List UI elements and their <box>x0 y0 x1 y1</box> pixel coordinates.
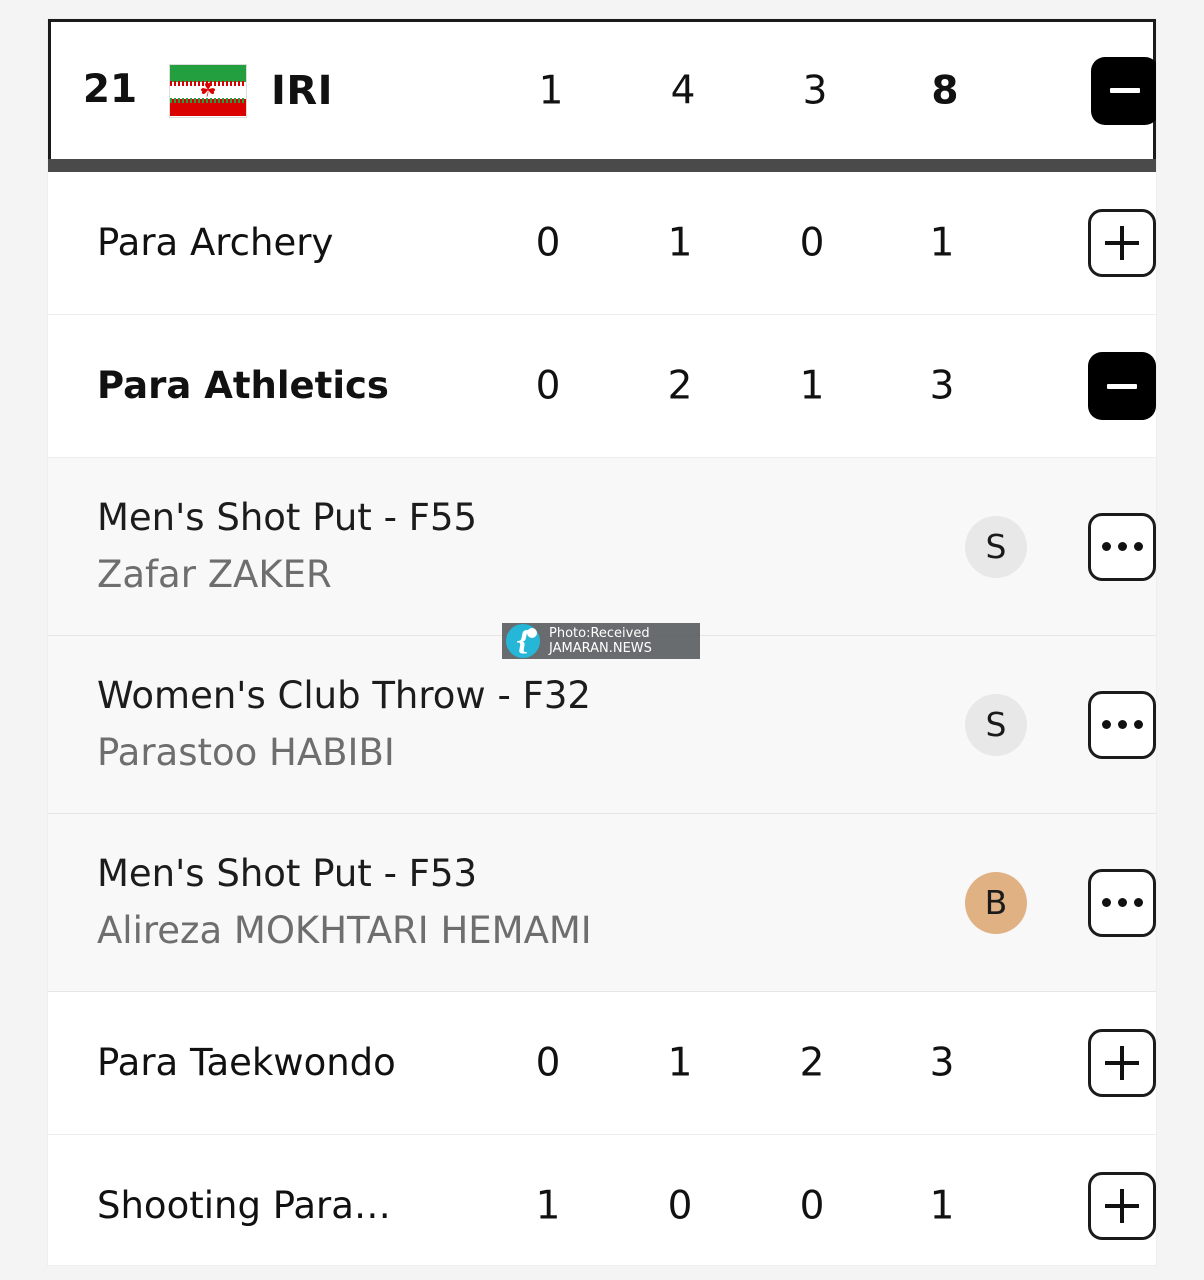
total-count: 3 <box>929 363 955 409</box>
event-texts: Women's Club Throw - F32 Parastoo HABIBI <box>48 673 591 774</box>
sport-row[interactable]: Para Archery 0 1 0 1 <box>48 172 1156 315</box>
gold-count: 0 <box>535 1040 561 1086</box>
silver-medal-badge: S <box>965 693 1027 756</box>
bronze-medal-badge: B <box>965 871 1027 934</box>
country-header-row[interactable]: 21 ☘ IRI 1 4 3 8 <box>48 19 1156 159</box>
event-row[interactable]: Men's Shot Put - F55 Zafar ZAKER S <box>48 458 1156 636</box>
more-options-button[interactable] <box>1088 690 1156 759</box>
sport-name: Para Archery <box>97 220 334 264</box>
medal-table-screen: 21 ☘ IRI 1 4 3 8 Para Archery 0 1 0 1 Pa… <box>0 0 1204 1280</box>
sport-row[interactable]: Para Athletics 0 2 1 3 <box>48 315 1156 458</box>
event-title: Men's Shot Put - F53 <box>97 851 478 895</box>
more-options-button[interactable] <box>1088 512 1156 581</box>
event-title: Women's Club Throw - F32 <box>97 673 591 717</box>
watermark-text: Photo:Received JAMARAN.NEWS <box>540 626 652 656</box>
sport-name: Para Athletics <box>97 363 389 407</box>
sport-row[interactable]: Para Taekwondo 0 1 2 3 <box>48 992 1156 1135</box>
bronze-count: 0 <box>799 220 825 266</box>
watermark-line-1: Photo:Received <box>549 626 650 641</box>
watermark-line-2: JAMARAN.NEWS <box>549 641 652 656</box>
silver-medal-badge: S <box>965 515 1027 578</box>
sport-name: Shooting Para… <box>97 1183 391 1227</box>
bronze-count: 0 <box>799 1183 825 1229</box>
dot-icon <box>1101 720 1111 729</box>
plus-icon <box>1105 1189 1139 1223</box>
country-rank: 21 <box>82 67 138 113</box>
total-count: 1 <box>929 220 955 266</box>
collapse-sport-button[interactable] <box>1088 352 1156 420</box>
plus-icon <box>1105 226 1139 260</box>
event-row[interactable]: Men's Shot Put - F53 Alireza MOKHTARI HEM… <box>48 814 1156 992</box>
sport-name: Para Taekwondo <box>97 1040 396 1084</box>
event-texts: Men's Shot Put - F55 Zafar ZAKER <box>48 495 478 596</box>
dot-icon <box>1133 542 1143 551</box>
dot-icon <box>1117 542 1127 551</box>
gold-count: 1 <box>535 1183 561 1229</box>
event-athlete-name: Parastoo HABIBI <box>97 730 395 774</box>
gold-count: 0 <box>535 363 561 409</box>
total-count: 8 <box>931 68 959 113</box>
dot-icon <box>1133 898 1143 907</box>
silver-count: 2 <box>667 363 693 409</box>
silver-count: 0 <box>667 1183 693 1229</box>
expand-sport-button[interactable] <box>1088 1029 1156 1097</box>
silver-count: 1 <box>667 220 693 266</box>
more-options-button[interactable] <box>1088 868 1156 937</box>
plus-icon <box>1105 1046 1139 1080</box>
country-code: IRI <box>271 67 334 114</box>
total-count: 1 <box>929 1183 955 1229</box>
sport-row[interactable]: Shooting Para… 1 0 0 1 <box>48 1135 1156 1265</box>
gold-count: 1 <box>538 68 564 113</box>
bronze-count: 2 <box>799 1040 825 1086</box>
bronze-count: 3 <box>802 68 828 113</box>
total-count: 3 <box>929 1040 955 1086</box>
silver-count: 1 <box>667 1040 693 1086</box>
event-athlete-name: Zafar ZAKER <box>97 552 332 596</box>
header-separator <box>48 159 1156 172</box>
minus-icon <box>1110 88 1140 93</box>
silver-count: 4 <box>670 68 696 113</box>
watermark-overlay: { Photo:Received JAMARAN.NEWS <box>502 623 700 659</box>
dot-icon <box>1101 898 1111 907</box>
dot-icon <box>1133 720 1143 729</box>
dot-icon <box>1101 542 1111 551</box>
minus-icon <box>1107 383 1137 389</box>
event-athlete-name: Alireza MOKHTARI HEMAMI <box>97 908 592 952</box>
jamaran-logo-icon: { <box>506 624 540 658</box>
dot-icon <box>1117 898 1127 907</box>
sport-rows-container: Para Archery 0 1 0 1 Para Athletics 0 2 1 3 Men's … <box>48 172 1156 1265</box>
bronze-count: 1 <box>799 363 825 409</box>
expand-sport-button[interactable] <box>1088 1172 1156 1240</box>
event-texts: Men's Shot Put - F53 Alireza MOKHTARI HEM… <box>48 851 592 952</box>
collapse-country-button[interactable] <box>1091 56 1156 125</box>
expand-sport-button[interactable] <box>1088 209 1156 277</box>
event-title: Men's Shot Put - F55 <box>97 495 478 539</box>
event-row[interactable]: Women's Club Throw - F32 Parastoo HABIBI S <box>48 636 1156 814</box>
country-identity: 21 ☘ IRI <box>51 63 334 118</box>
dot-icon <box>1117 720 1127 729</box>
gold-count: 0 <box>535 220 561 266</box>
iran-flag-icon: ☘ <box>169 63 247 118</box>
